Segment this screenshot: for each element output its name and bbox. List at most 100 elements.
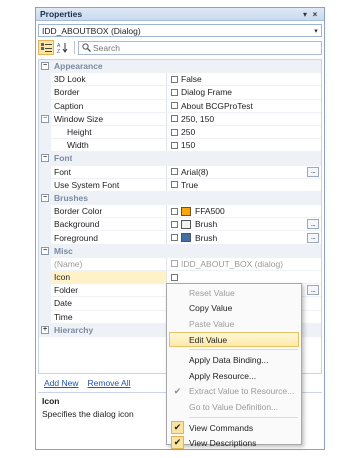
property-name: Height <box>51 125 167 139</box>
menu-item-edit-value[interactable]: Edit Value <box>169 331 299 348</box>
property-row-width[interactable]: Width 150 <box>39 139 321 153</box>
alphabetical-sort-icon: A Z <box>57 43 68 53</box>
menu-item-label: View Descriptions <box>189 438 257 449</box>
close-icon[interactable]: × <box>310 10 320 19</box>
expand-toggle-icon[interactable]: + <box>41 325 49 334</box>
alphabetical-button[interactable]: A Z <box>55 40 71 55</box>
property-row-foreground[interactable]: Foreground Brush ... <box>39 231 321 245</box>
menu-item-apply-data-binding[interactable]: Apply Data Binding... <box>167 352 301 368</box>
collapse-toggle-icon[interactable]: − <box>41 246 49 255</box>
category-font[interactable]: − Font <box>39 152 321 166</box>
check-icon: ✔ <box>171 420 184 434</box>
property-name: Border <box>51 86 167 99</box>
remove-all-link[interactable]: Remove All <box>88 378 131 388</box>
property-marker-icon <box>170 141 178 149</box>
category-label: Appearance <box>54 61 103 72</box>
collapse-toggle-icon[interactable]: − <box>41 114 49 123</box>
property-value[interactable]: Brush <box>181 219 307 229</box>
property-value[interactable]: Brush <box>181 233 307 243</box>
property-value-text: Brush <box>195 232 218 243</box>
ellipsis-button[interactable]: ... <box>307 232 319 243</box>
property-row-use-system-font[interactable]: Use System Font True <box>39 178 321 192</box>
ellipsis-button[interactable]: ... <box>307 285 319 296</box>
check-icon: ✔ <box>173 385 182 396</box>
search-input[interactable] <box>93 42 321 53</box>
categorized-button[interactable] <box>38 40 54 55</box>
property-toolbar: A Z <box>38 39 322 56</box>
property-row-border-color[interactable]: Border Color FFA500 <box>39 205 321 219</box>
category-label: Font <box>54 153 73 164</box>
property-name: Window Size <box>51 112 167 125</box>
property-value[interactable]: True <box>181 180 321 190</box>
property-name: Time <box>51 310 167 323</box>
property-marker-icon <box>170 115 178 123</box>
menu-item-reset-value[interactable]: Reset Value <box>167 285 301 301</box>
menu-item-view-commands[interactable]: ✔ View Commands <box>167 420 301 436</box>
menu-item-apply-resource[interactable]: Apply Resource... <box>167 368 301 384</box>
property-row-3d-look[interactable]: 3D Look False <box>39 73 321 87</box>
property-row-height[interactable]: Height 250 <box>39 125 321 140</box>
category-label: Hierarchy <box>54 324 94 335</box>
menu-item-copy-value[interactable]: Copy Value <box>167 301 301 317</box>
categorized-icon <box>40 42 52 52</box>
chevron-down-icon[interactable]: ▾ <box>311 27 321 35</box>
property-name: Width <box>51 139 167 152</box>
property-marker-icon <box>170 168 178 176</box>
property-row-border[interactable]: Border Dialog Frame <box>39 86 321 100</box>
property-row-caption[interactable]: Caption About BCGProTest <box>39 99 321 113</box>
category-brushes[interactable]: − Brushes <box>39 191 321 206</box>
search-icon <box>79 42 93 54</box>
property-value[interactable]: FFA500 <box>181 206 321 216</box>
property-name: Background <box>51 218 167 231</box>
command-links: Add New Remove All <box>38 376 140 390</box>
property-value[interactable]: 250, 150 <box>181 114 321 124</box>
menu-item-extract-value[interactable]: ✔ Extract Value to Resource... <box>167 384 301 400</box>
search-box[interactable] <box>78 40 322 55</box>
property-value[interactable]: 250 <box>181 127 321 137</box>
add-new-link[interactable]: Add New <box>44 378 79 388</box>
property-value-text: Arial(8) <box>181 166 209 177</box>
property-name: Icon <box>51 271 167 284</box>
property-name: Use System Font <box>51 178 167 191</box>
object-selector[interactable]: IDD_ABOUTBOX (Dialog) ▾ <box>38 24 322 37</box>
ellipsis-button[interactable]: ... <box>307 166 319 177</box>
menu-separator <box>189 349 298 351</box>
property-value[interactable]: 150 <box>181 140 321 150</box>
menu-separator <box>189 416 298 418</box>
property-row-font[interactable]: Font Arial(8) ... <box>39 165 321 179</box>
context-menu: Reset Value Copy Value Paste Value Edit … <box>166 283 302 450</box>
property-value-text: FFA500 <box>195 206 225 217</box>
toolbar-separator <box>74 41 75 54</box>
collapse-toggle-icon[interactable]: − <box>41 193 49 202</box>
color-swatch <box>181 219 191 229</box>
property-name: Border Color <box>51 205 167 218</box>
property-marker-icon <box>170 102 178 110</box>
menu-item-label: Extract Value to Resource... <box>189 386 295 397</box>
menu-item-go-to-value-definition[interactable]: Go to Value Definition... <box>167 399 301 415</box>
property-value[interactable]: About BCGProTest <box>181 101 321 111</box>
pin-dropdown-icon[interactable]: ▾ <box>300 10 310 19</box>
category-misc[interactable]: − Misc <box>39 244 321 258</box>
property-value[interactable]: Arial(8) <box>181 167 307 177</box>
category-appearance[interactable]: − Appearance <box>39 60 321 74</box>
property-marker-icon <box>170 273 178 281</box>
menu-item-paste-value[interactable]: Paste Value <box>167 316 301 332</box>
property-marker-icon <box>170 260 178 268</box>
property-value[interactable]: False <box>181 74 321 84</box>
property-row-window-size[interactable]: − Window Size 250, 150 <box>39 112 321 126</box>
property-row-name[interactable]: (Name) IDD_ABOUT_BOX (dialog) <box>39 257 321 271</box>
property-marker-icon <box>170 75 178 83</box>
category-label: Misc <box>54 245 73 256</box>
property-name: 3D Look <box>51 73 167 86</box>
menu-item-label: View Commands <box>189 422 254 433</box>
check-icon: ✔ <box>171 436 184 450</box>
ellipsis-button[interactable]: ... <box>307 219 319 230</box>
collapse-toggle-icon[interactable]: − <box>41 154 49 163</box>
property-value[interactable]: Dialog Frame <box>181 87 321 97</box>
property-marker-icon <box>170 181 178 189</box>
property-row-background[interactable]: Background Brush ... <box>39 218 321 232</box>
collapse-toggle-icon[interactable]: − <box>41 62 49 71</box>
menu-item-view-descriptions[interactable]: ✔ View Descriptions <box>167 435 301 451</box>
property-marker-icon <box>170 234 178 242</box>
property-value: IDD_ABOUT_BOX (dialog) <box>181 258 284 269</box>
